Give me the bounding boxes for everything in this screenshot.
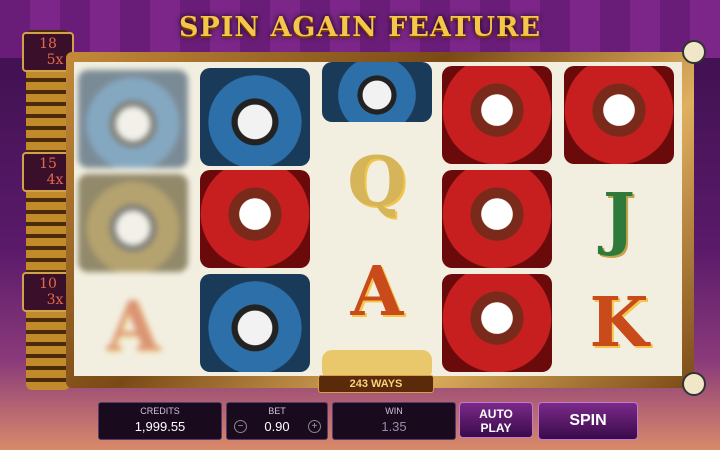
symbol-masked-woman (442, 274, 552, 372)
multiplier-ladder (26, 30, 70, 390)
credits-value: 1,999.55 (134, 419, 186, 434)
autoplay-button[interactable]: AUTO PLAY (459, 402, 533, 438)
symbol-masked-woman (442, 66, 552, 164)
multiplier-factor: 4x (46, 172, 64, 188)
symbol-letter-j: J (602, 179, 636, 259)
autoplay-label-line1: AUTO (479, 407, 513, 421)
autoplay-label-line2: PLAY (480, 421, 512, 435)
credits-panel: CREDITS 1,999.55 (98, 402, 222, 440)
feature-title: SPIN AGAIN FEATURE (178, 12, 542, 43)
credits-label: CREDITS (140, 406, 180, 416)
win-label: WIN (385, 406, 403, 416)
reel-area: A Q A J K (74, 62, 682, 376)
symbol-masked-woman-partial (322, 350, 432, 376)
symbol-letter-a-blurred: A (106, 287, 160, 367)
bet-label: BET (268, 406, 286, 416)
multiplier-count: 18 (39, 36, 57, 52)
skull-icon (682, 40, 706, 64)
spin-button[interactable]: SPIN (538, 402, 638, 440)
multiplier-factor: 5x (46, 52, 64, 68)
skull-icon (682, 372, 706, 396)
symbol-letter-k: K (589, 283, 649, 363)
symbol-man-green-hat-blurred (78, 174, 188, 272)
reel-5: J K (560, 62, 678, 376)
reel-3: Q A (318, 62, 436, 376)
ways-label: 243 WAYS (318, 375, 434, 393)
multiplier-count: 15 (39, 156, 57, 172)
symbol-masked-woman (564, 66, 674, 164)
symbol-masked-man-blurred (78, 70, 188, 168)
symbol-masked-man (200, 68, 310, 166)
reel-1: A (74, 62, 192, 376)
win-panel: WIN 1.35 (332, 402, 456, 440)
multiplier-factor: 3x (46, 292, 64, 308)
symbol-letter-q: Q (347, 142, 407, 222)
bet-decrease-button[interactable]: − (234, 420, 247, 433)
symbol-masked-man (322, 62, 432, 122)
symbol-letter-a: A (350, 252, 404, 332)
symbol-masked-man (200, 274, 310, 372)
symbol-masked-woman (200, 170, 310, 268)
multiplier-count: 10 (39, 276, 57, 292)
win-value: 1.35 (381, 419, 407, 434)
symbol-masked-woman (442, 170, 552, 268)
reel-2 (196, 62, 314, 376)
bet-increase-button[interactable]: + (308, 420, 321, 433)
reel-4 (438, 62, 556, 376)
